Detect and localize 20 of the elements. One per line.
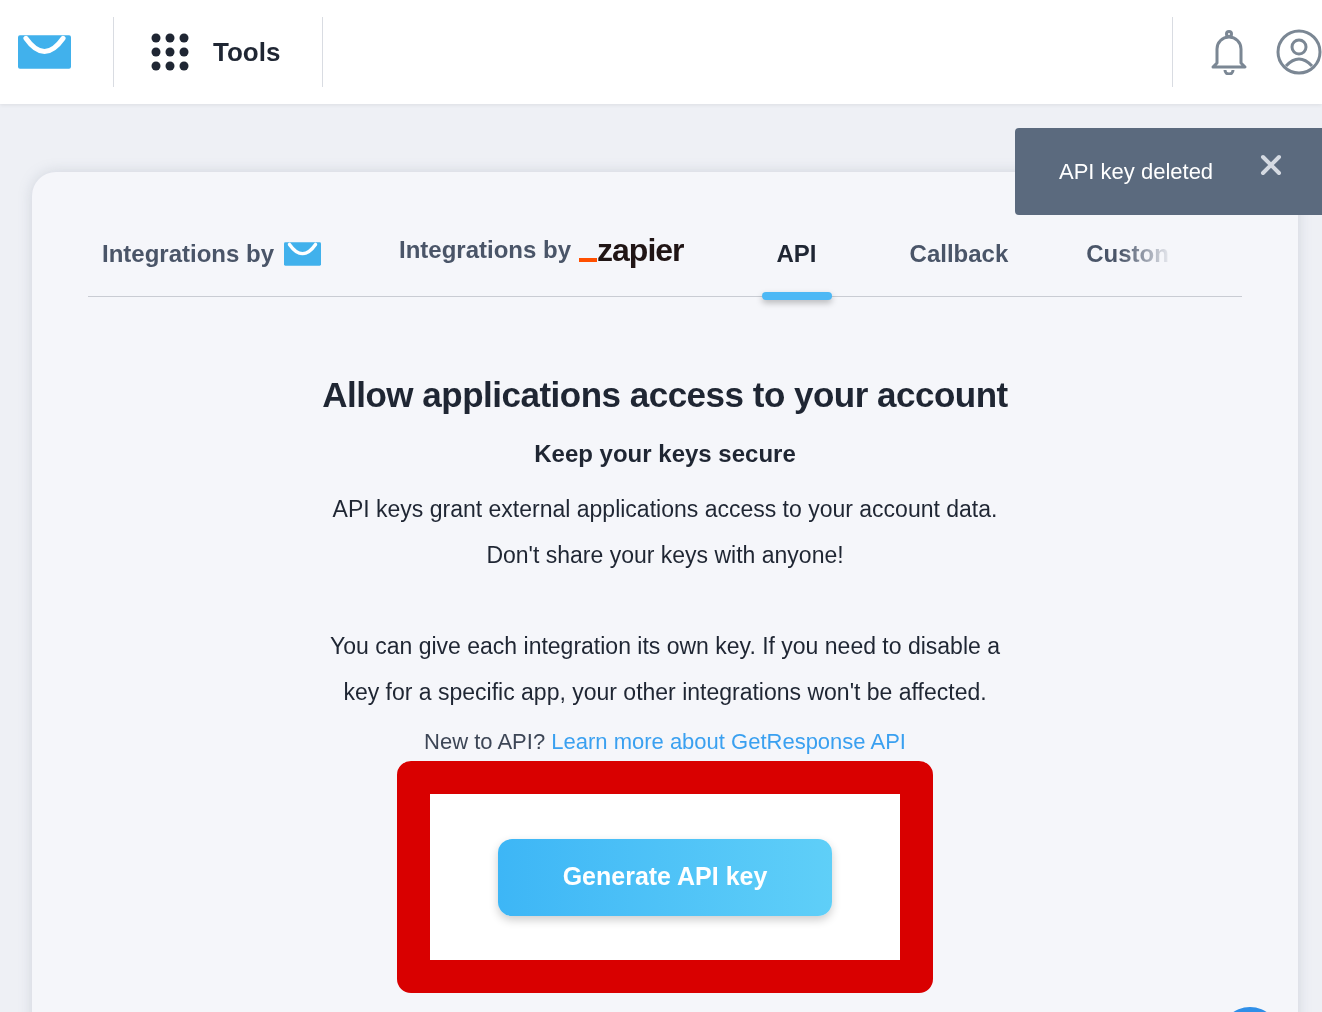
tab[interactable]: Callback (909, 228, 1009, 300)
tab[interactable]: Integrations by (102, 228, 322, 300)
toast-message: API key deleted (1059, 158, 1215, 186)
tab[interactable]: Custon (1086, 228, 1169, 300)
description-paragraph: API keys grant external applications access to your account data. Don't share your keys with anyone! (331, 495, 999, 570)
envelope-logo-icon (18, 35, 71, 69)
tools-menu-button[interactable]: Tools (114, 0, 323, 104)
close-icon[interactable] (1260, 153, 1282, 176)
description-paragraph: You can give each integration its own key. If you need to disable a key for a specific app, your other integrations won't be affected. (330, 632, 1000, 707)
user-avatar-icon[interactable] (1276, 29, 1322, 75)
envelope-logo-icon (284, 242, 322, 266)
subheading: Keep your keys secure (534, 442, 796, 466)
bell-icon[interactable] (1209, 29, 1249, 75)
tab[interactable]: API (761, 228, 832, 300)
logo-underscore-icon (579, 258, 598, 262)
zapier-wordmark: zapier (597, 234, 684, 266)
link-prefix: New to API? (424, 729, 546, 754)
page-heading: Allow applications access to your account (322, 377, 1008, 412)
tab[interactable]: Integrations by zapier (399, 228, 684, 300)
grid-menu-icon (151, 33, 189, 71)
